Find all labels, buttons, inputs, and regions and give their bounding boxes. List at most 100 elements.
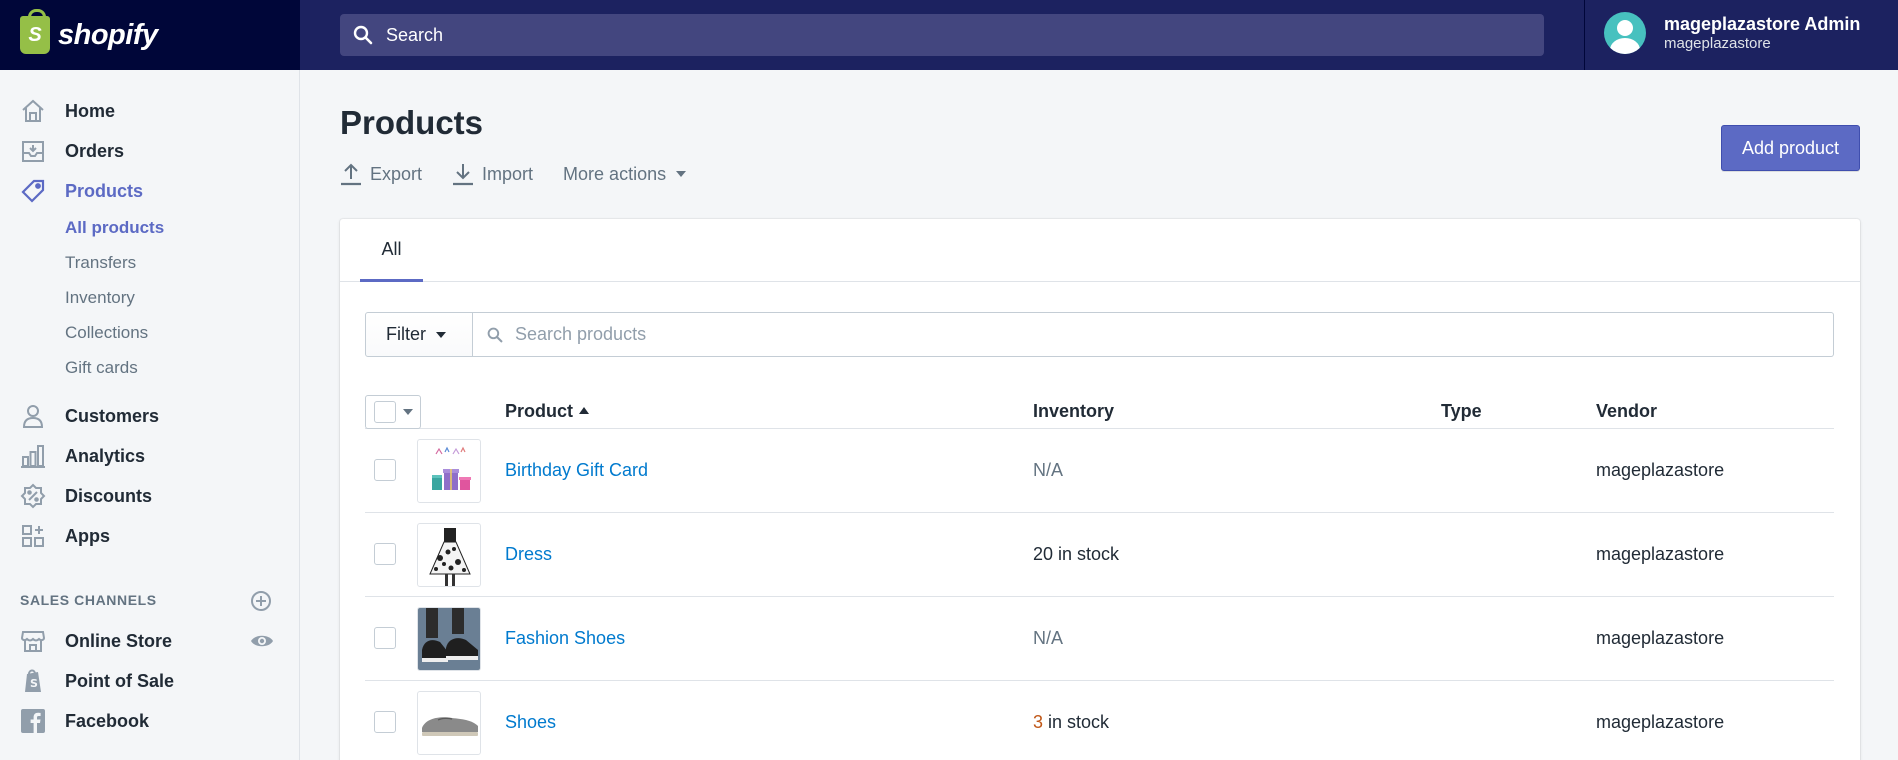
- sidebar-subitem-transfers[interactable]: Transfers: [65, 250, 136, 276]
- shopify-bag-icon: S: [20, 9, 50, 54]
- export-button[interactable]: Export: [340, 162, 422, 186]
- sidebar-item-orders[interactable]: Orders: [20, 135, 124, 167]
- more-actions-label: More actions: [563, 163, 667, 184]
- sidebar-item-label: Products: [65, 180, 144, 201]
- global-search-placeholder: Search: [386, 24, 444, 45]
- sidebar-item-analytics[interactable]: Analytics: [20, 440, 145, 472]
- product-thumbnail[interactable]: [417, 439, 481, 503]
- tag-icon: [20, 178, 46, 204]
- sort-ascending-icon: [579, 407, 590, 414]
- vendor-value: mageplazastore: [1596, 712, 1725, 732]
- sidebar-subitem-all-products[interactable]: All products: [65, 215, 164, 241]
- import-icon: [453, 164, 474, 186]
- table-row[interactable]: Shoes 3 in stock mageplazastore: [365, 681, 1834, 760]
- product-thumbnail[interactable]: [417, 607, 481, 671]
- chevron-down-icon: [436, 331, 446, 338]
- sidebar-item-label: Discounts: [65, 485, 153, 506]
- sidebar-item-customers[interactable]: Customers: [20, 400, 159, 432]
- logo-letter: S: [28, 23, 42, 46]
- more-actions-button[interactable]: More actions: [563, 163, 687, 185]
- bar-chart-icon: [20, 443, 46, 469]
- bulk-select[interactable]: [365, 395, 421, 429]
- header-inventory[interactable]: Inventory: [1033, 401, 1114, 422]
- search-products-input[interactable]: Search products: [473, 312, 1834, 357]
- header-type[interactable]: Type: [1441, 401, 1482, 422]
- orders-icon: [20, 138, 46, 164]
- table-row[interactable]: Birthday Gift Card N/A mageplazastore: [365, 429, 1834, 513]
- sidebar-item-label: Customers: [65, 405, 160, 426]
- export-label: Export: [370, 163, 423, 184]
- sales-channels-title: SALES CHANNELS: [20, 592, 157, 608]
- search-icon: [487, 327, 503, 342]
- avatar: [1604, 12, 1646, 54]
- sidebar-item-label: Orders: [65, 140, 125, 161]
- user-menu[interactable]: mageplazastore Admin mageplazastore: [1604, 12, 1860, 54]
- sidebar-subitem-collections[interactable]: Collections: [65, 320, 148, 346]
- table-header: Product Inventory Type Vendor: [365, 389, 1834, 429]
- row-checkbox[interactable]: [374, 459, 396, 481]
- brand-name: shopify: [58, 18, 158, 51]
- discount-icon: [20, 483, 46, 509]
- sidebar-item-point-of-sale[interactable]: S Point of Sale: [20, 665, 174, 697]
- apps-icon: [20, 523, 46, 549]
- table-row[interactable]: Dress 20 in stock mageplazastore: [365, 513, 1834, 597]
- sidebar-subitem-gift-cards[interactable]: Gift cards: [65, 355, 138, 381]
- filter-button[interactable]: Filter: [365, 312, 473, 357]
- view-store-eye-icon[interactable]: [250, 632, 274, 650]
- sidebar-item-home[interactable]: Home: [20, 95, 115, 127]
- vendor-value: mageplazastore: [1596, 460, 1725, 480]
- filter-row: Filter Search products: [365, 312, 1834, 357]
- product-thumbnail[interactable]: [417, 523, 481, 587]
- row-checkbox[interactable]: [374, 543, 396, 565]
- inventory-value: 3 in stock: [1033, 712, 1109, 733]
- header-vendor[interactable]: Vendor: [1596, 401, 1657, 422]
- product-thumbnail[interactable]: [417, 691, 481, 755]
- product-name-link[interactable]: Shoes: [505, 712, 556, 733]
- product-name-link[interactable]: Birthday Gift Card: [505, 460, 648, 481]
- select-all-checkbox[interactable]: [374, 401, 396, 423]
- sidebar-item-label: Analytics: [65, 445, 146, 466]
- page-title: Products: [340, 104, 484, 141]
- sidebar-item-apps[interactable]: Apps: [20, 520, 110, 552]
- header-product[interactable]: Product: [505, 401, 590, 422]
- sidebar-item-label: Home: [65, 100, 116, 121]
- import-button[interactable]: Import: [452, 162, 533, 186]
- low-stock-count: 3: [1033, 712, 1044, 732]
- inventory-value: 20 in stock: [1033, 544, 1120, 564]
- sidebar-item-discounts[interactable]: Discounts: [20, 480, 152, 512]
- user-store: mageplazastore: [1664, 35, 1771, 52]
- shopify-logo[interactable]: S shopify: [0, 0, 300, 70]
- export-icon: [341, 163, 361, 186]
- row-checkbox[interactable]: [374, 711, 396, 733]
- home-icon: [20, 98, 46, 124]
- search-icon: [352, 24, 374, 46]
- vendor-value: mageplazastore: [1596, 628, 1725, 648]
- sidebar-item-facebook[interactable]: Facebook: [20, 705, 149, 737]
- add-channel-icon[interactable]: [250, 590, 272, 612]
- sidebar: Home Orders Products All products Transf…: [0, 70, 300, 760]
- store-icon: [20, 628, 46, 654]
- chevron-down-icon: [676, 171, 687, 177]
- inventory-value: N/A: [1033, 628, 1064, 648]
- sidebar-item-label: Apps: [65, 525, 110, 546]
- page-actions: Export Import More actions: [340, 162, 716, 186]
- tab-all[interactable]: All: [360, 219, 423, 282]
- filter-label: Filter: [386, 324, 426, 344]
- import-label: Import: [482, 163, 534, 184]
- table-row[interactable]: Fashion Shoes N/A mageplazastore: [365, 597, 1834, 681]
- add-product-button[interactable]: Add product: [1721, 125, 1860, 171]
- search-products-placeholder: Search products: [515, 324, 647, 344]
- chevron-down-icon: [403, 409, 413, 415]
- sidebar-item-products[interactable]: Products: [20, 175, 143, 207]
- svg-text:S: S: [30, 677, 38, 690]
- sidebar-item-label: Facebook: [65, 710, 150, 731]
- row-checkbox[interactable]: [374, 627, 396, 649]
- product-name-link[interactable]: Fashion Shoes: [505, 628, 625, 649]
- sidebar-item-online-store[interactable]: Online Store: [20, 625, 172, 657]
- sidebar-subitem-inventory[interactable]: Inventory: [65, 285, 135, 311]
- product-name-link[interactable]: Dress: [505, 544, 552, 565]
- inventory-value: N/A: [1033, 460, 1064, 480]
- pos-icon: S: [20, 668, 46, 694]
- sidebar-item-label: Online Store: [65, 630, 173, 651]
- global-search-input[interactable]: Search: [340, 14, 1544, 56]
